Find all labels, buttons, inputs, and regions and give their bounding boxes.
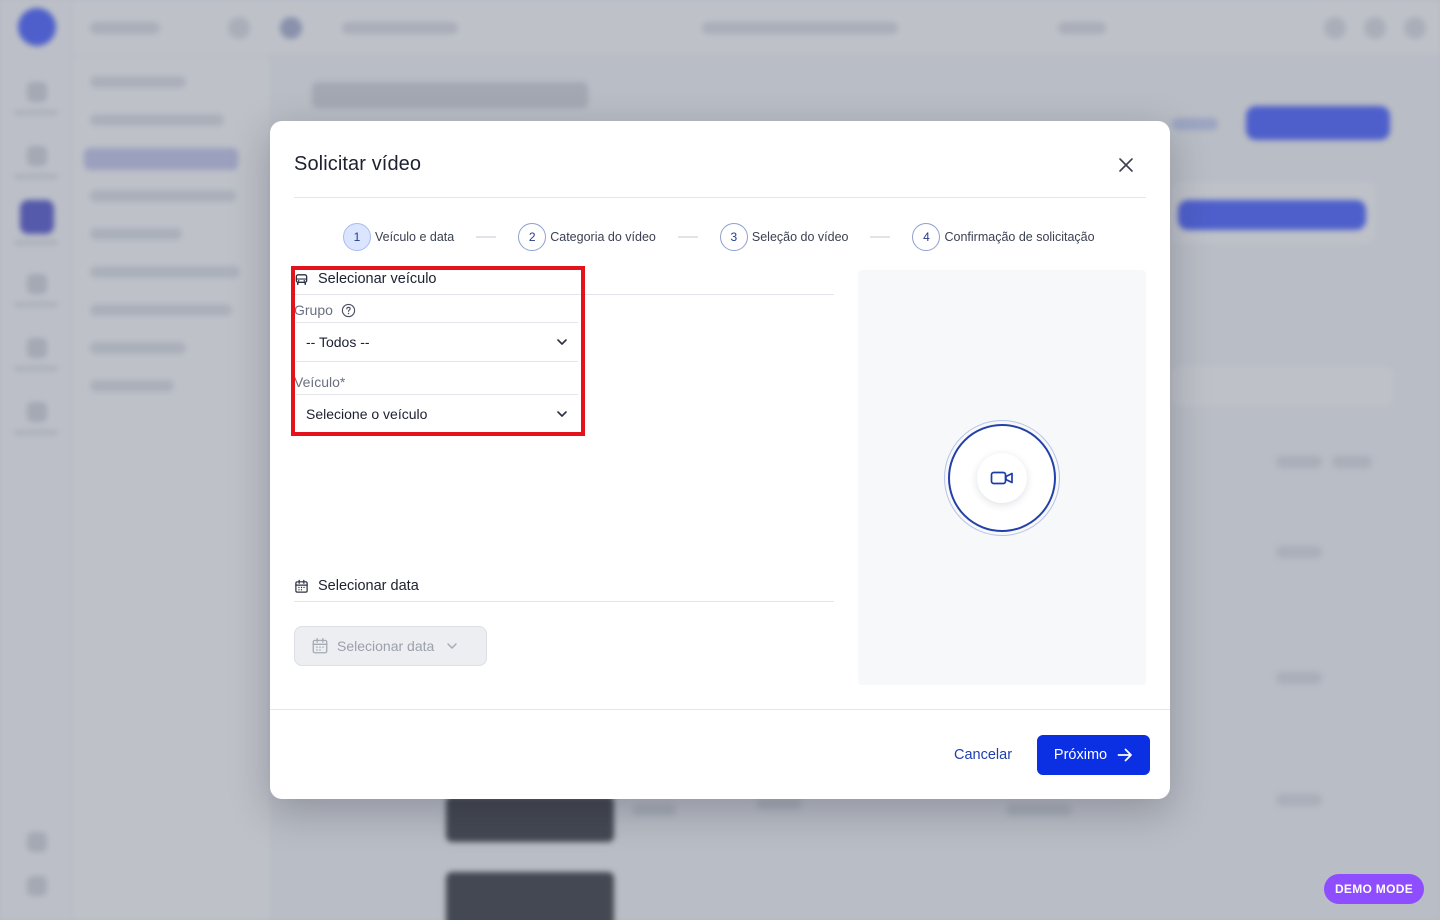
next-button[interactable]: Próximo (1037, 735, 1150, 775)
step-number: 1 (343, 223, 371, 251)
header-divider (294, 197, 1146, 198)
step-video-selection: 3 Seleção do vídeo (719, 223, 849, 251)
close-button[interactable] (1113, 152, 1139, 178)
group-select[interactable]: -- Todos -- (296, 322, 578, 362)
chevron-down-icon (447, 643, 458, 649)
stepper: 1 Veículo e data 2 Categoria do vídeo 3 … (343, 223, 1095, 251)
step-label: Categoria do vídeo (550, 230, 656, 244)
car-icon (295, 273, 308, 285)
calendar-icon (295, 579, 308, 593)
vehicle-section-title: Selecionar veículo (318, 271, 437, 287)
modal-title: Solicitar vídeo (294, 153, 422, 175)
step-video-category: 2 Categoria do vídeo (518, 223, 656, 251)
video-camera-icon (990, 471, 1013, 485)
vehicle-field-label: Veículo* (294, 374, 345, 390)
calendar-icon (312, 638, 328, 654)
step-number: 2 (518, 223, 547, 251)
select-date-button[interactable]: Selecionar data (294, 626, 487, 666)
step-label: Seleção do vídeo (751, 230, 849, 244)
footer-divider (270, 709, 1170, 710)
step-label: Confirmação de solicitação (944, 230, 1095, 244)
help-icon[interactable] (341, 303, 356, 318)
group-select-value: -- Todos -- (306, 334, 370, 350)
next-label: Próximo (1053, 747, 1108, 763)
select-date-label: Selecionar data (337, 638, 435, 654)
video-placeholder (944, 420, 1060, 536)
step-confirmation: 4 Confirmação de solicitação (912, 223, 1095, 251)
chevron-down-icon (557, 411, 567, 417)
arrow-right-icon (1117, 748, 1132, 762)
group-field-label: Grupo (294, 302, 356, 318)
date-section-header: Selecionar data (294, 578, 834, 602)
request-video-modal: Solicitar vídeo 1 Veículo e data 2 Categ… (270, 121, 1170, 799)
step-number: 4 (912, 223, 941, 251)
step-separator (476, 236, 497, 238)
cancel-button[interactable]: Cancelar (942, 735, 1024, 775)
step-separator (677, 236, 698, 238)
vehicle-select-value: Selecione o veículo (306, 406, 428, 422)
close-icon (1119, 158, 1133, 172)
step-separator (870, 236, 891, 238)
step-number: 3 (719, 223, 748, 251)
video-preview-panel (858, 270, 1146, 685)
vehicle-select[interactable]: Selecione o veículo (296, 394, 578, 434)
chevron-down-icon (557, 339, 567, 345)
group-label-text: Grupo (294, 302, 333, 318)
date-section-title: Selecionar data (318, 578, 419, 594)
demo-mode-badge: DEMO MODE (1324, 874, 1424, 904)
step-vehicle-date: 1 Veículo e data (343, 223, 454, 251)
step-label: Veículo e data (375, 230, 455, 244)
vehicle-label-text: Veículo* (294, 374, 346, 390)
vehicle-section-header: Selecionar veículo (294, 271, 834, 295)
